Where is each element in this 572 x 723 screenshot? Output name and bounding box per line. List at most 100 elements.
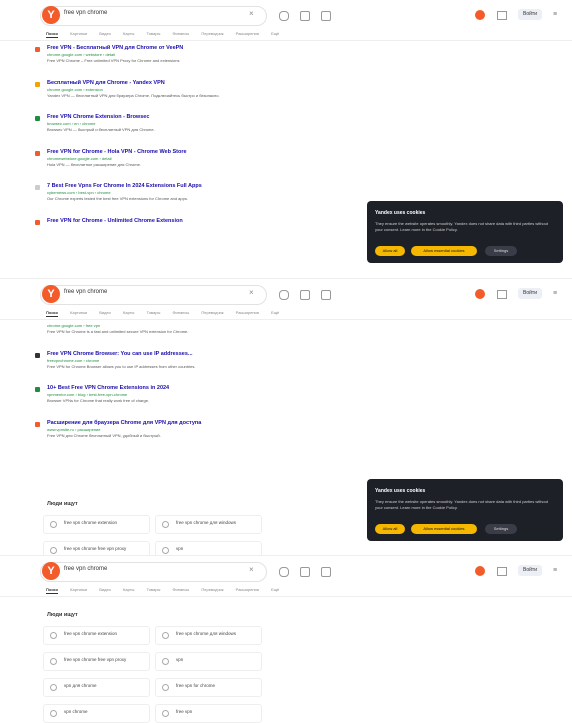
tab-extensions[interactable]: Расширения (236, 310, 259, 315)
search-icon[interactable] (321, 290, 331, 300)
close-icon[interactable]: × (249, 9, 254, 18)
tab-extensions[interactable]: Расширения (236, 31, 259, 36)
cookie-essential-button[interactable]: Allow essential cookies (411, 246, 477, 256)
yandex-logo-icon[interactable]: Y (42, 285, 60, 303)
camera-icon[interactable] (300, 290, 310, 300)
yandex-logo-icon[interactable]: Y (42, 562, 60, 580)
cart-icon[interactable] (497, 567, 507, 576)
related-chip[interactable]: free vpn (155, 704, 262, 723)
result-title[interactable]: Free VPN for Chrome - Unlimited Chrome E… (47, 218, 265, 225)
cookie-accept-button[interactable]: Allow all (375, 524, 405, 534)
related-chip[interactable]: vpn (155, 541, 262, 556)
tab-video[interactable]: Видео (99, 31, 111, 36)
tab-goods[interactable]: Товары (147, 310, 161, 315)
result-item[interactable]: Free VPN Chrome Extension - Browsec brow… (35, 114, 265, 133)
tab-extensions[interactable]: Расширения (236, 587, 259, 592)
related-chip[interactable]: free vpn chrome extension (43, 515, 150, 534)
signin-button[interactable]: Войти (518, 9, 542, 20)
cart-icon[interactable] (497, 290, 507, 299)
result-item[interactable]: Free VPN - Бесплатный VPN для Chrome от … (35, 45, 265, 64)
result-title[interactable]: Free VPN Chrome Browser: You can use IP … (47, 351, 265, 358)
result-item[interactable]: chrome.google.com › free vpn Free VPN fo… (35, 323, 265, 335)
tab-search[interactable]: Поиск (46, 587, 59, 594)
related-chip[interactable]: free vpn chrome free vpn proxy (43, 541, 150, 556)
related-chip[interactable]: vpn (155, 652, 262, 671)
avatar[interactable] (475, 566, 485, 576)
result-item[interactable]: Free VPN for Chrome - Hola VPN - Chrome … (35, 149, 265, 168)
avatar[interactable] (475, 10, 485, 20)
search-input[interactable]: free vpn chrome (64, 566, 107, 572)
cookie-essential-button[interactable]: Allow essential cookies (411, 524, 477, 534)
camera-icon[interactable] (300, 567, 310, 577)
tab-finance[interactable]: Финансы (172, 310, 189, 315)
yandex-logo-icon[interactable]: Y (42, 6, 60, 24)
tab-translate[interactable]: Переводчик (201, 587, 223, 592)
search-icon[interactable] (321, 11, 331, 21)
menu-icon[interactable]: ≡ (553, 11, 557, 18)
close-icon[interactable]: × (249, 565, 254, 574)
result-snippet: Free VPN для Chrome бесплатный VPN, удоб… (47, 432, 161, 438)
signin-button[interactable]: Войти (518, 288, 542, 299)
result-title[interactable]: 7 Best Free Vpns For Chrome In 2024 Exte… (47, 183, 265, 190)
microphone-icon[interactable] (279, 567, 289, 577)
tab-finance[interactable]: Финансы (172, 31, 189, 36)
result-item[interactable]: Бесплатный VPN для Chrome - Yandex VPN c… (35, 80, 265, 99)
close-icon[interactable]: × (249, 288, 254, 297)
result-title[interactable]: Бесплатный VPN для Chrome - Yandex VPN (47, 80, 265, 87)
tab-maps[interactable]: Карты (123, 310, 134, 315)
cookie-settings-button[interactable]: Settings (485, 246, 517, 256)
microphone-icon[interactable] (279, 11, 289, 21)
tab-goods[interactable]: Товары (147, 587, 161, 592)
tab-maps[interactable]: Карты (123, 587, 134, 592)
avatar[interactable] (475, 289, 485, 299)
tab-images[interactable]: Картинки (70, 31, 87, 36)
signin-button[interactable]: Войти (518, 565, 542, 576)
related-chip[interactable]: free vpn chrome free vpn proxy (43, 652, 150, 671)
result-item[interactable]: 10+ Best Free VPN Chrome Extensions in 2… (35, 385, 265, 404)
result-item[interactable]: Free VPN Chrome Browser: You can use IP … (35, 351, 265, 370)
tab-images[interactable]: Картинки (70, 310, 87, 315)
result-item[interactable]: 7 Best Free Vpns For Chrome In 2024 Exte… (35, 183, 265, 202)
tab-translate[interactable]: Переводчик (201, 310, 223, 315)
result-title[interactable]: Free VPN Chrome Extension - Browsec (47, 114, 265, 121)
result-title[interactable]: Расширение для браузера Chrome для VPN д… (47, 420, 265, 427)
related-chip[interactable]: free vpn chrome для windows (155, 515, 262, 534)
search-input[interactable]: free vpn chrome (64, 10, 107, 16)
result-title[interactable]: Free VPN for Chrome - Hola VPN - Chrome … (47, 149, 265, 156)
tab-maps[interactable]: Карты (123, 31, 134, 36)
related-chip[interactable]: vpn для chrome (43, 678, 150, 697)
result-item[interactable]: Free VPN for Chrome - Unlimited Chrome E… (35, 218, 265, 225)
related-chip[interactable]: free vpn chrome extension (43, 626, 150, 645)
menu-icon[interactable]: ≡ (553, 290, 557, 297)
cookie-accept-button[interactable]: Allow all (375, 246, 405, 256)
result-title[interactable]: 10+ Best Free VPN Chrome Extensions in 2… (47, 385, 265, 392)
search-bar[interactable] (40, 285, 267, 305)
related-chip[interactable]: free vpn chrome для windows (155, 626, 262, 645)
cookie-settings-button[interactable]: Settings (485, 524, 517, 534)
tab-more[interactable]: Ещё (271, 31, 279, 36)
tab-images[interactable]: Картинки (70, 587, 87, 592)
tab-more[interactable]: Ещё (271, 310, 279, 315)
camera-icon[interactable] (300, 11, 310, 21)
result-title[interactable]: Free VPN - Бесплатный VPN для Chrome от … (47, 45, 265, 52)
tab-video[interactable]: Видео (99, 587, 111, 592)
related-chip[interactable]: free vpn for chrome (155, 678, 262, 697)
result-item[interactable]: Расширение для браузера Chrome для VPN д… (35, 420, 265, 439)
result-snippet: Our Chrome experts tested the best free … (47, 196, 188, 201)
tab-search[interactable]: Поиск (46, 31, 59, 38)
tab-goods[interactable]: Товары (147, 31, 161, 36)
tab-video[interactable]: Видео (99, 310, 111, 315)
menu-icon[interactable]: ≡ (553, 567, 557, 574)
tab-search[interactable]: Поиск (46, 310, 59, 317)
microphone-icon[interactable] (279, 290, 289, 300)
search-bar[interactable] (40, 6, 267, 26)
cart-icon[interactable] (497, 11, 507, 20)
tab-finance[interactable]: Финансы (172, 587, 189, 592)
related-chip[interactable]: vpn chrome (43, 704, 150, 723)
tab-translate[interactable]: Переводчик (201, 31, 223, 36)
search-bar[interactable] (40, 562, 267, 582)
search-tabs: Поиск Картинки Видео Карты Товары Финанс… (46, 31, 290, 38)
search-input[interactable]: free vpn chrome (64, 289, 107, 295)
search-icon[interactable] (321, 567, 331, 577)
tab-more[interactable]: Ещё (271, 587, 279, 592)
